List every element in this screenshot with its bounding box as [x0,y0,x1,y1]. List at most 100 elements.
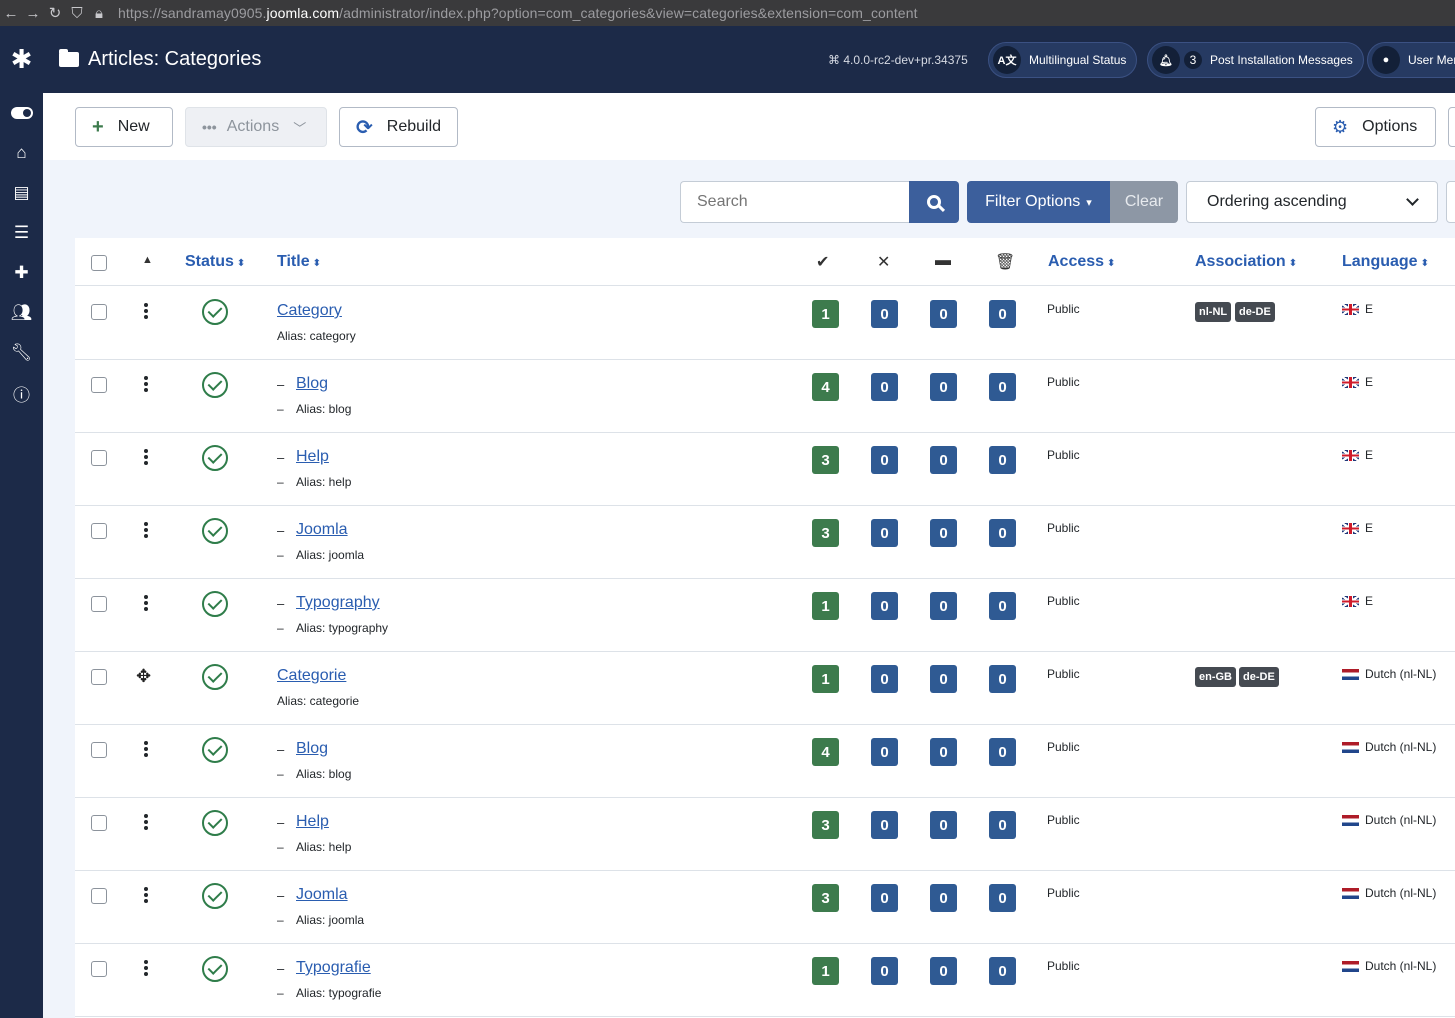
trashed-count-badge[interactable]: 0 [989,811,1016,839]
drag-handle-icon[interactable] [144,595,148,613]
help-info-icon[interactable]: ⓘ [0,373,43,413]
published-status-icon[interactable] [202,518,228,544]
published-status-icon[interactable] [202,810,228,836]
archived-count-badge[interactable]: 0 [930,373,957,401]
limit-select[interactable] [1446,181,1455,223]
published-status-icon[interactable] [202,445,228,471]
published-status-icon[interactable] [202,372,228,398]
archived-count-badge[interactable]: 0 [930,665,957,693]
published-status-icon[interactable] [202,664,228,690]
association-badge[interactable]: de-DE [1235,302,1275,322]
published-count-badge[interactable]: 1 [812,957,839,985]
new-button[interactable]: + New [75,107,173,147]
published-count-badge[interactable]: 1 [812,592,839,620]
user-menu-button[interactable]: ● User Menu [1367,42,1455,78]
access-column-header[interactable]: Access ⬍ [1048,253,1115,271]
published-count-badge[interactable]: 1 [812,665,839,693]
category-title-link[interactable]: Typografie [296,959,371,977]
trashed-count-badge[interactable]: 0 [989,957,1016,985]
language-column-header[interactable]: Language ⬍ [1342,253,1429,271]
components-puzzle-icon[interactable]: ✚ [0,253,43,293]
category-title-link[interactable]: Blog [296,375,328,393]
published-count-badge[interactable]: 1 [812,300,839,328]
archived-count-badge[interactable]: 0 [930,446,957,474]
drag-handle-icon[interactable] [144,887,148,905]
category-title-link[interactable]: Categorie [277,667,346,685]
address-bar[interactable]: https://sandramay0905.joomla.com/adminis… [118,5,918,21]
toggle-menu-icon[interactable] [0,93,43,133]
published-count-badge[interactable]: 4 [812,738,839,766]
multilingual-status-button[interactable]: A文 Multilingual Status [988,42,1138,78]
unpublished-count-badge[interactable]: 0 [871,519,898,547]
trashed-count-badge[interactable]: 0 [989,300,1016,328]
row-checkbox[interactable] [91,888,107,904]
published-status-icon[interactable] [202,737,228,763]
unpublished-count-badge[interactable]: 0 [871,811,898,839]
published-count-badge[interactable]: 3 [812,519,839,547]
archived-count-badge[interactable]: 0 [930,957,957,985]
ordering-sort-icon[interactable]: ▲ [142,254,153,266]
unpublished-count-badge[interactable]: 0 [871,957,898,985]
association-column-header[interactable]: Association ⬍ [1195,253,1297,271]
select-all-checkbox[interactable] [91,255,107,271]
published-count-badge[interactable]: 3 [812,446,839,474]
trashed-count-badge[interactable]: 0 [989,373,1016,401]
row-checkbox[interactable] [91,742,107,758]
category-title-link[interactable]: Help [296,813,329,831]
system-wrench-icon[interactable]: 🔧︎ [0,333,43,373]
unpublished-count-badge[interactable]: 0 [871,373,898,401]
row-checkbox[interactable] [91,304,107,320]
filter-options-button[interactable]: Filter Options ▾ [967,181,1110,223]
drag-handle-icon[interactable] [144,376,148,394]
drag-handle-icon[interactable] [144,960,148,978]
published-count-badge[interactable]: 4 [812,373,839,401]
actions-dropdown[interactable]: ••• Actions ﹀ [185,107,327,147]
association-badge[interactable]: nl-NL [1195,302,1232,322]
post-installation-messages-button[interactable]: 🔔︎ 3 Post Installation Messages [1147,42,1364,78]
published-status-icon[interactable] [202,299,228,325]
row-checkbox[interactable] [91,523,107,539]
title-column-header[interactable]: Title ⬍ [277,253,321,271]
published-status-icon[interactable] [202,956,228,982]
home-icon[interactable]: ⌂ [0,133,43,173]
archived-count-badge[interactable]: 0 [930,738,957,766]
unpublished-count-badge[interactable]: 0 [871,884,898,912]
unpublished-count-badge[interactable]: 0 [871,738,898,766]
drag-handle-icon[interactable] [144,449,148,467]
trashed-count-badge[interactable]: 0 [989,446,1016,474]
published-count-badge[interactable]: 3 [812,811,839,839]
drag-handle-move-icon[interactable]: ✥ [136,666,151,687]
category-title-link[interactable]: Typography [296,594,380,612]
unpublished-count-badge[interactable]: 0 [871,300,898,328]
row-checkbox[interactable] [91,450,107,466]
ordering-select[interactable]: Ordering ascending [1186,181,1438,223]
category-title-link[interactable]: Blog [296,740,328,758]
search-input[interactable] [680,181,910,223]
published-status-icon[interactable] [202,591,228,617]
status-column-header[interactable]: Status ⬍ [185,253,245,271]
category-title-link[interactable]: Help [296,448,329,466]
drag-handle-icon[interactable] [144,814,148,832]
drag-handle-icon[interactable] [144,522,148,540]
joomla-logo-icon[interactable]: ✱ [0,26,43,93]
menus-list-icon[interactable]: ☰ [0,213,43,253]
trashed-count-badge[interactable]: 0 [989,738,1016,766]
row-checkbox[interactable] [91,596,107,612]
unpublished-count-badge[interactable]: 0 [871,446,898,474]
archived-count-badge[interactable]: 0 [930,519,957,547]
rebuild-button[interactable]: ⟳ Rebuild [339,107,458,147]
published-count-badge[interactable]: 3 [812,884,839,912]
category-title-link[interactable]: Joomla [296,886,348,904]
help-button[interactable] [1448,107,1455,147]
archived-count-badge[interactable]: 0 [930,884,957,912]
row-checkbox[interactable] [91,815,107,831]
back-arrow-icon[interactable]: ← [0,5,22,22]
row-checkbox[interactable] [91,669,107,685]
trashed-count-badge[interactable]: 0 [989,665,1016,693]
category-title-link[interactable]: Category [277,302,342,320]
category-title-link[interactable]: Joomla [296,521,348,539]
clear-button[interactable]: Clear [1110,181,1178,223]
unpublished-count-badge[interactable]: 0 [871,665,898,693]
options-button[interactable]: ⚙ Options [1315,107,1436,147]
row-checkbox[interactable] [91,377,107,393]
